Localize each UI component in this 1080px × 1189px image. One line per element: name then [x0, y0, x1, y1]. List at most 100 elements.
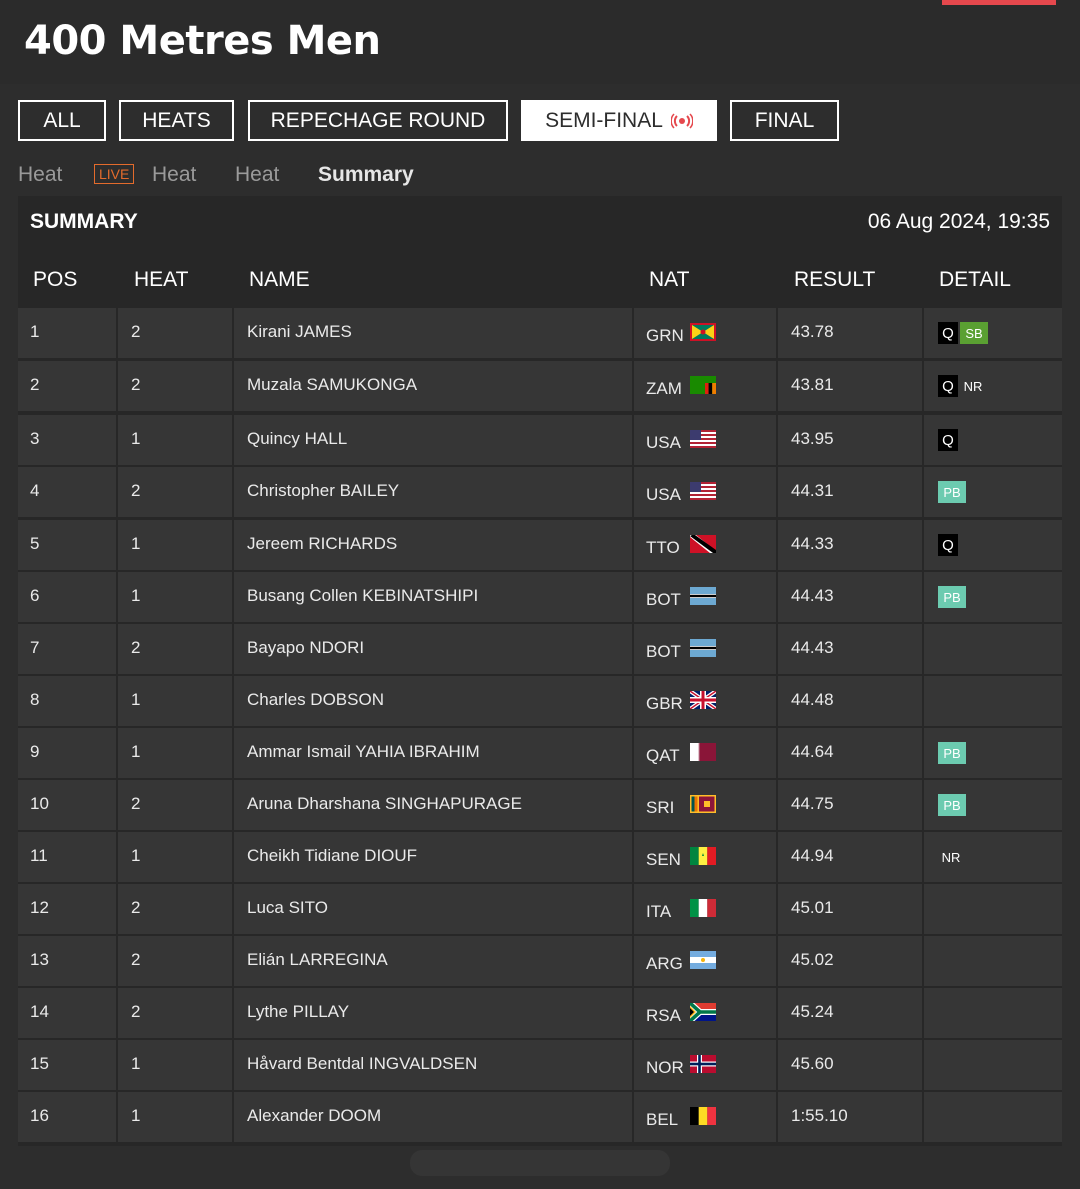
heat-cell: 1 — [118, 415, 232, 465]
athlete-name: Busang Collen KEBINATSHIPI — [247, 586, 479, 605]
nat-cell: NOR — [634, 1040, 776, 1090]
athlete-name: Cheikh Tidiane DIOUF — [247, 846, 418, 865]
table-row[interactable]: 7 2 Bayapo NDORI BOT 44.43 — [18, 624, 1062, 674]
pos-cell: 4 — [18, 467, 116, 517]
tab-heats[interactable]: HEATS — [119, 100, 234, 141]
top-bar: 400 Metres Men — [0, 0, 1080, 84]
heat-value: 1 — [131, 742, 141, 761]
detail-cell: Q — [924, 520, 1062, 570]
q-badge: Q — [938, 375, 958, 397]
name-cell: Elián LARREGINA — [234, 936, 632, 986]
heat-cell: 2 — [118, 308, 232, 358]
nat-cell: BEL — [634, 1092, 776, 1142]
nat-code: ARG — [646, 954, 683, 973]
nat-code: GRN — [646, 326, 684, 345]
table-row[interactable]: 4 2 Christopher BAILEY USA 44.31 PB — [18, 467, 1062, 517]
southafrica-flag-icon — [690, 1003, 716, 1021]
name-cell: Christopher BAILEY — [234, 467, 632, 517]
name-cell: Aruna Dharshana SINGHAPURAGE — [234, 780, 632, 830]
tab-final[interactable]: FINAL — [730, 100, 839, 141]
watermark-blur — [410, 1150, 670, 1176]
name-cell: Muzala SAMUKONGA — [234, 361, 632, 411]
result-value: 44.75 — [791, 794, 834, 813]
athlete-name: Charles DOBSON — [247, 690, 384, 709]
position-value: 8 — [30, 690, 40, 709]
table-row[interactable]: 11 1 Cheikh Tidiane DIOUF SEN 44.94 NR — [18, 832, 1062, 882]
athlete-name: Alexander DOOM — [247, 1106, 382, 1125]
table-row[interactable]: 10 2 Aruna Dharshana SINGHAPURAGE SRI 44.75 P… — [18, 780, 1062, 830]
argentina-flag-icon — [690, 951, 716, 969]
pos-cell: 13 — [18, 936, 116, 986]
heat-value: 1 — [131, 1106, 141, 1125]
table-row[interactable]: 2 2 Muzala SAMUKONGA ZAM 43.81 Q NR — [18, 361, 1062, 411]
name-cell: Lythe PILLAY — [234, 988, 632, 1038]
nat-cell: BOT — [634, 624, 776, 674]
athlete-name: Muzala SAMUKONGA — [247, 375, 418, 394]
table-row[interactable]: 8 1 Charles DOBSON GBR 44.48 — [18, 676, 1062, 726]
table-row[interactable]: 12 2 Luca SITO ITA 45.01 — [18, 884, 1062, 934]
pos-cell: 9 — [18, 728, 116, 778]
table-row[interactable]: 15 1 Håvard Bentdal INGVALDSEN NOR 45.60 — [18, 1040, 1062, 1090]
result-value: 43.78 — [791, 322, 834, 341]
live-badge: LIVE — [94, 164, 135, 184]
tab-repechage-round[interactable]: REPECHAGE ROUND — [248, 100, 508, 141]
position-value: 13 — [30, 950, 49, 969]
result-value: 44.48 — [791, 690, 834, 709]
senegal-flag-icon — [690, 847, 716, 865]
table-row[interactable]: 6 1 Busang Collen KEBINATSHIPI BOT 44.43 PB — [18, 572, 1062, 622]
name-cell: Luca SITO — [234, 884, 632, 934]
heat-cell: 1 — [118, 676, 232, 726]
tab-semi-final[interactable]: SEMI-FINAL — [521, 100, 717, 141]
athlete-name: Jereem RICHARDS — [247, 534, 398, 553]
pos-cell: 5 — [18, 520, 116, 570]
table-row[interactable]: 13 2 Elián LARREGINA ARG 45.02 — [18, 936, 1062, 986]
athlete-name: Håvard Bentdal INGVALDSEN — [247, 1054, 478, 1073]
heat-cell: 2 — [118, 780, 232, 830]
name-cell: Alexander DOOM — [234, 1092, 632, 1142]
live-broadcast-icon — [670, 112, 693, 129]
nat-cell: BOT — [634, 572, 776, 622]
table-row[interactable]: 5 1 Jereem RICHARDS TTO 44.33 Q — [18, 520, 1062, 570]
tab-all[interactable]: ALL — [18, 100, 106, 141]
nat-code: USA — [646, 485, 681, 504]
position-value: 10 — [30, 794, 49, 813]
nat-code: ZAM — [646, 379, 682, 398]
table-row[interactable]: 3 1 Quincy HALL USA 43.95 Q — [18, 415, 1062, 465]
result-cell: 45.01 — [778, 884, 922, 934]
table-row[interactable]: 16 1 Alexander DOOM BEL 1:55.10 — [18, 1092, 1062, 1142]
athlete-name: Kirani JAMES — [247, 322, 352, 341]
table-row[interactable]: 14 2 Lythe PILLAY RSA 45.24 — [18, 988, 1062, 1038]
heat-value: 2 — [131, 898, 141, 917]
nat-cell: GRN — [634, 308, 776, 358]
result-value: 43.81 — [791, 375, 834, 394]
tab-label: SEMI-FINAL — [545, 108, 663, 132]
athlete-name: Ammar Ismail YAHIA IBRAHIM — [247, 742, 480, 761]
pos-cell: 1 — [18, 308, 116, 358]
table-row[interactable]: 9 1 Ammar Ismail YAHIA IBRAHIM QAT 44.64 PB — [18, 728, 1062, 778]
result-cell: 45.60 — [778, 1040, 922, 1090]
tab-label: ALL — [43, 108, 81, 132]
table-row[interactable]: 1 2 Kirani JAMES GRN 43.78 Q SB — [18, 308, 1062, 358]
detail-cell: PB — [924, 728, 1062, 778]
detail-cell: NR — [924, 832, 1062, 882]
result-cell: 44.64 — [778, 728, 922, 778]
subtab-summary[interactable]: Summary — [318, 160, 414, 190]
result-value: 43.95 — [791, 429, 834, 448]
nat-cell: SRI — [634, 780, 776, 830]
heat-value: 2 — [131, 375, 141, 394]
result-cell: 44.94 — [778, 832, 922, 882]
heat-cell: 1 — [118, 728, 232, 778]
pb-badge: PB — [938, 586, 966, 608]
result-value: 45.02 — [791, 950, 834, 969]
norway-flag-icon — [690, 1055, 716, 1073]
pos-cell: 2 — [18, 361, 116, 411]
col-pos: POS — [33, 268, 78, 291]
heat-value: 1 — [131, 846, 141, 865]
nat-code: GBR — [646, 694, 683, 713]
position-value: 4 — [30, 481, 40, 500]
heat-value: 2 — [131, 638, 141, 657]
srilanka-flag-icon — [690, 795, 716, 813]
pb-badge: PB — [938, 742, 966, 764]
col-detail: DETAIL — [939, 268, 1011, 291]
nat-cell: QAT — [634, 728, 776, 778]
